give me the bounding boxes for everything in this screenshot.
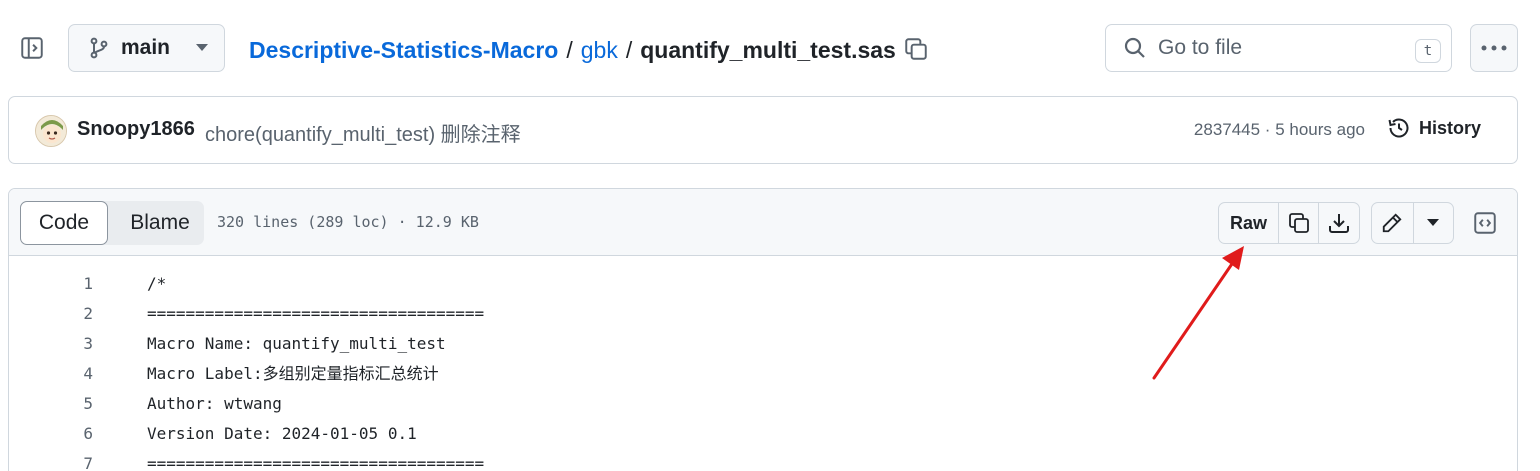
history-button[interactable]: History: [1387, 116, 1481, 140]
line-content: Version Date: 2024-01-05 0.1: [147, 424, 417, 443]
pencil-icon: [1381, 212, 1403, 234]
history-icon: [1387, 116, 1411, 140]
branch-name: main: [121, 36, 171, 59]
latest-commit-box: Snoopy1866 chore(quantify_multi_test) 删除…: [8, 96, 1518, 164]
raw-actions-group: Raw: [1218, 202, 1360, 244]
code-line: 2 ===================================: [9, 299, 1517, 329]
line-content: Author: wtwang: [147, 394, 282, 413]
breadcrumb-file-name: quantify_multi_test.sas: [640, 36, 896, 63]
file-info: 320 lines (289 loc) · 12.9 KB: [217, 213, 479, 231]
caret-down-icon: [196, 44, 209, 52]
commit-hash-and-time[interactable]: 2837445 · 5 hours ago: [1194, 120, 1365, 140]
git-branch-icon: [89, 37, 109, 59]
code-line: 7 ===================================: [9, 449, 1517, 471]
breadcrumb-repo-link[interactable]: Descriptive-Statistics-Macro: [249, 37, 558, 64]
edit-file-button[interactable]: [1372, 203, 1414, 243]
view-mode-switch: Code Blame: [20, 201, 204, 245]
code-line: 1 /*: [9, 269, 1517, 299]
download-icon: [1327, 211, 1351, 235]
file-viewer: Code Blame 320 lines (289 loc) · 12.9 KB…: [8, 188, 1518, 471]
copy-icon: [1287, 211, 1311, 235]
history-label: History: [1418, 117, 1481, 138]
go-to-file-input[interactable]: Go to file t: [1105, 24, 1452, 72]
caret-down-icon: [1427, 219, 1440, 227]
code-line: 3 Macro Name: quantify_multi_test: [9, 329, 1517, 359]
line-number[interactable]: 2: [49, 299, 93, 329]
line-content: ===================================: [147, 454, 485, 471]
file-header: Code Blame 320 lines (289 loc) · 12.9 KB…: [9, 189, 1517, 256]
line-number[interactable]: 1: [49, 269, 93, 299]
line-number[interactable]: 7: [49, 449, 93, 471]
edit-actions-group: [1371, 202, 1454, 244]
annotation-arrow-icon: [1152, 246, 1244, 380]
code-line: 4 Macro Label:多组别定量指标汇总统计: [9, 359, 1517, 389]
breadcrumb: Descriptive-Statistics-Macro / gbk / qua…: [249, 34, 896, 66]
branch-selector-button[interactable]: main: [68, 24, 225, 72]
line-content: Macro Name: quantify_multi_test: [147, 334, 446, 353]
keyboard-shortcut-hint: t: [1415, 39, 1441, 63]
copy-path-icon[interactable]: [902, 34, 930, 64]
line-content: /*: [147, 274, 167, 293]
line-number[interactable]: 3: [49, 329, 93, 359]
line-number[interactable]: 4: [49, 359, 93, 389]
sidebar-toggle-icon[interactable]: [16, 32, 48, 64]
line-number[interactable]: 6: [49, 419, 93, 449]
breadcrumb-separator: /: [625, 36, 633, 63]
code-symbols-icon[interactable]: [1471, 207, 1499, 239]
avatar[interactable]: [35, 115, 67, 147]
search-icon: [1124, 37, 1146, 59]
download-raw-button[interactable]: [1319, 203, 1359, 243]
line-number[interactable]: 5: [49, 389, 93, 419]
more-options-button[interactable]: [1470, 24, 1518, 72]
tab-blame[interactable]: Blame: [116, 201, 204, 245]
breadcrumb-separator: /: [566, 36, 573, 63]
code-line: 5 Author: wtwang: [9, 389, 1517, 419]
kebab-horizontal-icon: [1481, 45, 1507, 51]
copy-raw-button[interactable]: [1279, 203, 1319, 243]
code-listing: 1 /* 2 =================================== 3…: [9, 269, 1517, 471]
line-content: Macro Label:多组别定量指标汇总统计: [147, 364, 439, 383]
commit-message[interactable]: chore(quantify_multi_test) 删除注释: [205, 118, 521, 147]
search-placeholder: Go to file: [1158, 36, 1243, 59]
commit-author[interactable]: Snoopy1866: [77, 118, 195, 141]
tab-code[interactable]: Code: [20, 201, 108, 245]
raw-button[interactable]: Raw: [1219, 203, 1279, 243]
edit-options-dropdown[interactable]: [1414, 203, 1454, 243]
code-line: 6 Version Date: 2024-01-05 0.1: [9, 419, 1517, 449]
breadcrumb-folder-link[interactable]: gbk: [581, 37, 618, 64]
line-content: ===================================: [147, 304, 485, 323]
